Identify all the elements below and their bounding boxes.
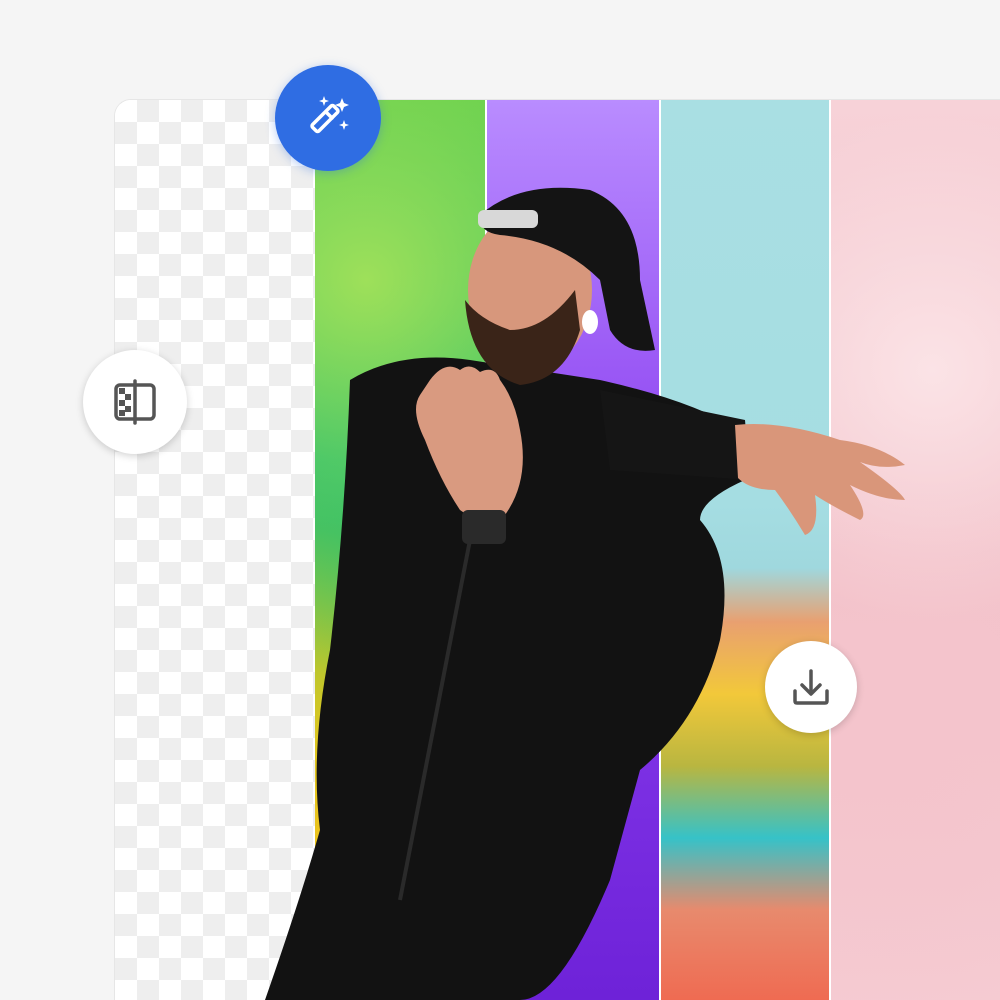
transparent-background-panel <box>115 100 315 1000</box>
pink-marble-background-panel <box>831 100 1000 1000</box>
green-splash-background-panel <box>315 100 485 1000</box>
compare-split-button[interactable] <box>83 350 187 454</box>
split-compare-icon <box>114 379 156 425</box>
magic-wand-icon <box>310 96 349 134</box>
download-icon <box>793 669 829 705</box>
purple-gradient-background-panel <box>487 100 659 1000</box>
background-preview-canvas <box>115 100 1000 1000</box>
magic-wand-button[interactable] <box>275 65 381 171</box>
download-button[interactable] <box>765 641 857 733</box>
graffiti-background-panel <box>661 100 829 1000</box>
